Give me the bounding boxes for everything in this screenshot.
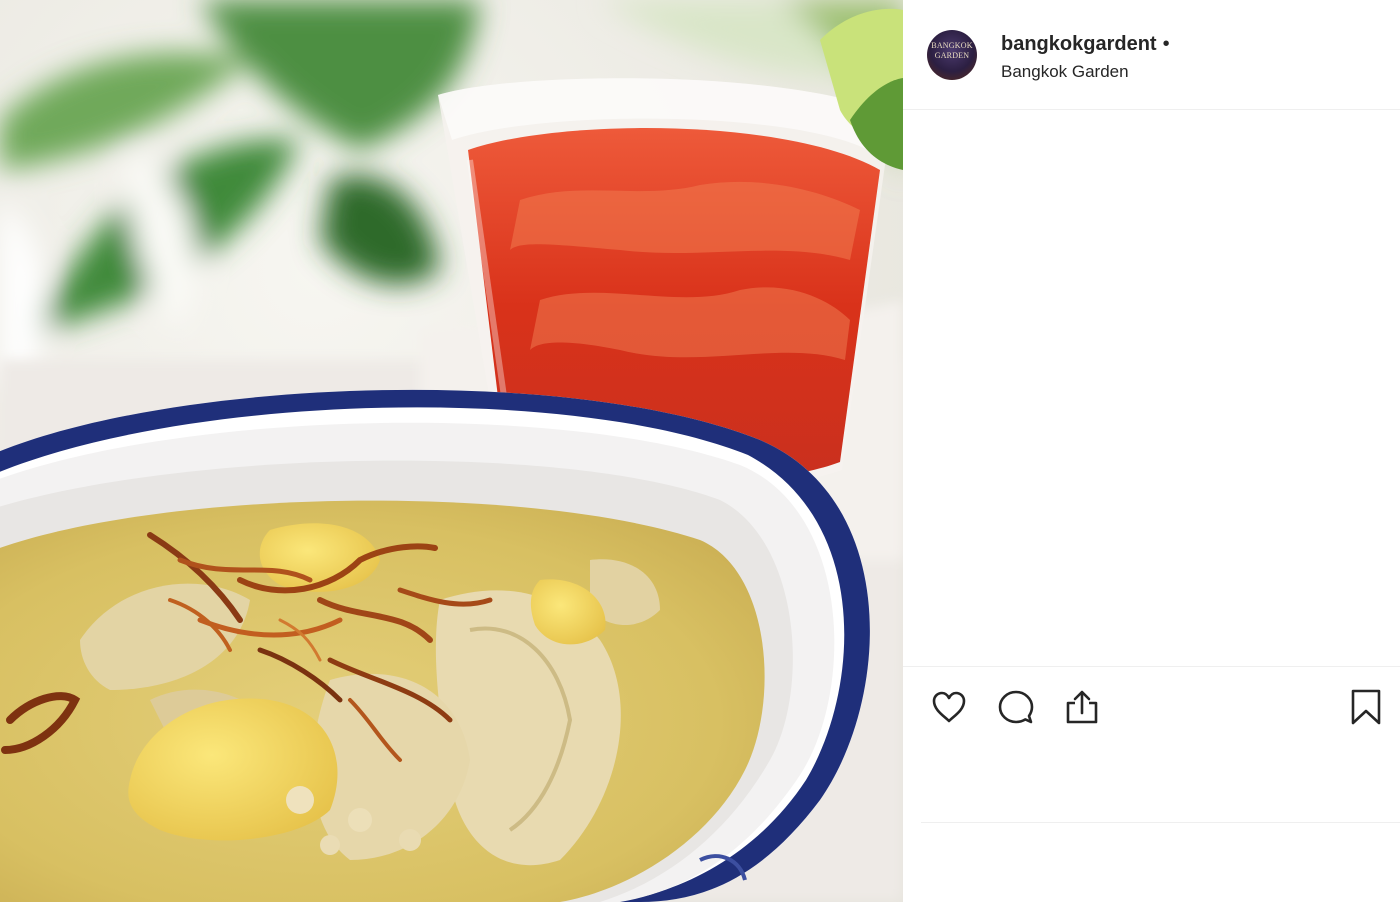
- post-header: BANGKOK GARDEN bangkokgardent • Bangkok …: [903, 0, 1400, 110]
- curry-bowl: [0, 389, 870, 902]
- bookmark-icon: [1351, 689, 1381, 725]
- food-photo-illustration: [0, 0, 903, 902]
- share-button[interactable]: [1062, 687, 1102, 727]
- avatar[interactable]: BANGKOK GARDEN: [927, 30, 977, 80]
- comment-icon: [998, 690, 1034, 724]
- username-row: bangkokgardent •: [1001, 32, 1170, 56]
- separator-dot: •: [1162, 33, 1170, 55]
- location-link[interactable]: Bangkok Garden: [1001, 62, 1129, 82]
- save-button[interactable]: [1346, 687, 1386, 727]
- avatar-logo-line-2: GARDEN: [934, 51, 970, 60]
- heart-icon: [932, 691, 966, 723]
- post-photo[interactable]: [0, 0, 903, 902]
- avatar-logo-line-1: BANGKOK: [931, 41, 973, 50]
- divider: [921, 822, 1400, 823]
- comments-area[interactable]: [903, 110, 1400, 666]
- comment-button[interactable]: [996, 687, 1036, 727]
- share-icon: [1066, 690, 1098, 724]
- username-link[interactable]: bangkokgardent: [1001, 33, 1157, 56]
- like-button[interactable]: [929, 687, 969, 727]
- post-actions: [903, 666, 1400, 751]
- post-side-panel: BANGKOK GARDEN bangkokgardent • Bangkok …: [903, 0, 1400, 902]
